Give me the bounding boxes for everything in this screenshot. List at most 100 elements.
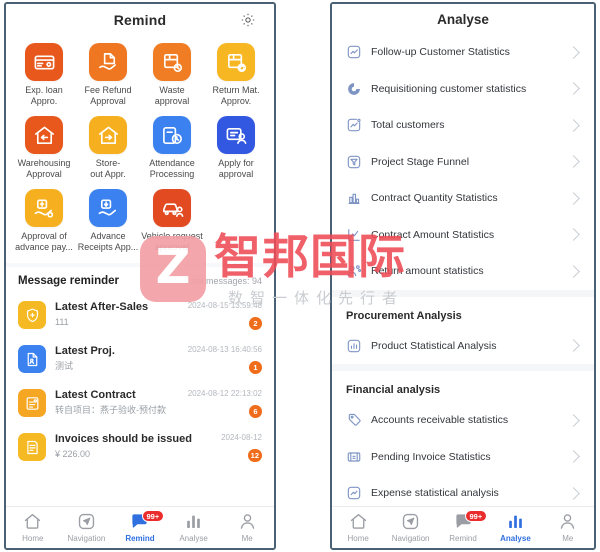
chevron-right-icon [567,413,580,427]
analyse-bars-icon [506,512,525,531]
waste-box-icon [153,43,191,81]
remind-header: Remind [6,4,274,36]
return-material-box-icon [217,43,255,81]
analyse-list-item[interactable]: Contract Amount Statistics [332,216,594,253]
message-list-item[interactable]: Invoices should be issued ¥ 226.00 2024-08… [6,425,274,469]
message-meta: 2024-08-13 16:40:56 1 [188,344,262,374]
advance-receipt-hand-icon [89,189,127,227]
tab-home[interactable]: Home [6,507,60,548]
analyse-list-item[interactable]: Contract Quantity Statistics [332,180,594,217]
invoice-icon [18,433,46,461]
message-list-item[interactable]: Latest Contract 转自项目：燕子验收-预付款 2024-08-12 2… [6,381,274,425]
tab-navigation[interactable]: Navigation [384,507,436,548]
tab-me[interactable]: Me [220,507,274,548]
bottom-tab-bar: Home Navigation 99+ Remind Analyse Me [6,506,274,548]
pending-invoice-icon [346,449,362,465]
message-list-item[interactable]: Latest After-Sales 111 2024-08-15 13:59:48… [6,293,274,337]
analyse-list-item[interactable]: Project Stage Funnel [332,143,594,180]
tab-label: Home [347,533,369,543]
message-body: Invoices should be issued ¥ 226.00 [55,432,215,461]
page-title: Remind [113,12,167,28]
app-tile[interactable]: Return Mat. Approv. [204,40,268,111]
tab-navigation[interactable]: Navigation [60,507,114,548]
chevron-right-icon [567,118,580,132]
line-chart-icon [346,227,362,243]
tab-me[interactable]: Me [542,507,594,548]
tab-remind[interactable]: 99+ Remind [437,507,489,548]
tab-remind[interactable]: 99+ Remind [113,507,167,548]
message-timestamp: 2024-08-12 [221,433,262,442]
message-meta: 2024-08-15 13:59:48 2 [188,300,262,330]
tab-label: Home [22,533,44,543]
message-reminder-header: Message reminder Total messages: 94 [6,267,274,293]
tab-label: Analyse [500,533,531,543]
analyse-item-label: Follow-up Customer Statistics [371,46,510,59]
analyse-list-item[interactable]: Total customers [332,107,594,144]
app-tile-label: Fee Refund Approval [84,85,132,106]
app-tile[interactable]: Exp. loan Appro. [12,40,76,111]
chevron-right-icon [567,45,580,59]
analyse-item-label: Accounts receivable statistics [371,414,509,427]
analyse-item-label: Product Statistical Analysis [371,339,497,352]
app-tile-label: Attendance Processing [149,158,195,179]
analyse-list-item[interactable]: Pending Invoice Statistics [332,438,594,475]
analyse-list-item[interactable]: Follow-up Customer Statistics [332,34,594,71]
navigation-compass-icon [77,512,96,531]
unread-badge: 6 [249,405,262,418]
analyse-group: Financial analysis Accounts receivable st… [332,371,594,506]
advance-payment-hand-icon [25,189,63,227]
analyse-list-item[interactable]: Return amount statistics [332,253,594,290]
app-tile[interactable]: Advance Receipts App... [76,186,140,257]
tab-label: Navigation [391,533,430,543]
project-doc-icon [18,345,46,373]
app-tile[interactable]: Vehicle request approval [140,186,204,257]
analyse-section-title: Procurement Analysis [332,296,594,328]
chevron-right-icon [567,155,580,169]
analyse-list-item[interactable]: Requisitioning customer statistics [332,70,594,107]
app-tile[interactable]: Waste approval [140,40,204,111]
tab-badge: 99+ [141,510,164,522]
attendance-clock-icon [153,116,191,154]
analyse-group: Procurement Analysis Product Statistical … [332,296,594,364]
tab-label: Navigation [67,533,106,543]
analyse-section-title: Financial analysis [332,371,594,402]
approval-app-grid: Exp. loan Appro. Fee Refund Approval Waste… [6,36,274,263]
analyse-list[interactable]: Follow-up Customer Statistics Requisition… [332,34,594,506]
analyse-group: Follow-up Customer Statistics Requisition… [332,34,594,290]
app-tile[interactable]: Approval of advance pay... [12,186,76,257]
message-title: Latest Contract [55,389,136,401]
person-icon [558,512,577,531]
message-list-item[interactable]: Latest Proj. 测试 2024-08-13 16:40:56 1 [6,337,274,381]
screenshot-stage: Remind Exp. loan Appro. Fee Refund Approv… [0,0,600,552]
analyse-header: Analyse [332,4,594,34]
message-timestamp: 2024-08-13 16:40:56 [187,345,262,354]
app-tile[interactable]: Apply for approval [204,113,268,184]
app-tile[interactable]: Warehousing Approval [12,113,76,184]
section-divider [332,364,594,371]
tab-analyse[interactable]: Analyse [167,507,221,548]
shield-plus-icon [18,301,46,329]
gear-icon[interactable] [240,12,256,28]
section-divider [332,289,594,297]
warehousing-house-in-icon [25,116,63,154]
expense-square-icon [346,485,362,501]
analyse-list-item[interactable]: Product Statistical Analysis [332,327,594,364]
storeout-house-out-icon [89,116,127,154]
app-tile-label: Store- out Appr. [90,158,126,179]
tab-analyse[interactable]: Analyse [489,507,541,548]
app-tile[interactable]: Store- out Appr. [76,113,140,184]
message-reminder-title: Message reminder [18,275,119,287]
tab-home[interactable]: Home [332,507,384,548]
app-tile[interactable]: Attendance Processing [140,113,204,184]
message-timestamp: 2024-08-12 22:13:02 [187,389,262,398]
analyse-item-label: Requisitioning customer statistics [371,82,527,95]
app-tile-label: Advance Receipts App... [77,231,139,252]
analyse-screen: Analyse Follow-up Customer Statistics Req… [330,2,596,550]
app-tile[interactable]: Fee Refund Approval [76,40,140,111]
analyse-item-label: Total customers [371,119,445,132]
analyse-list-item[interactable]: Accounts receivable statistics [332,402,594,439]
message-body: Latest After-Sales 111 [55,300,182,329]
tab-label: Analyse [179,533,208,543]
analyse-item-label: Contract Quantity Statistics [371,192,498,205]
analyse-list-item[interactable]: Expense statistical analysis [332,475,594,506]
